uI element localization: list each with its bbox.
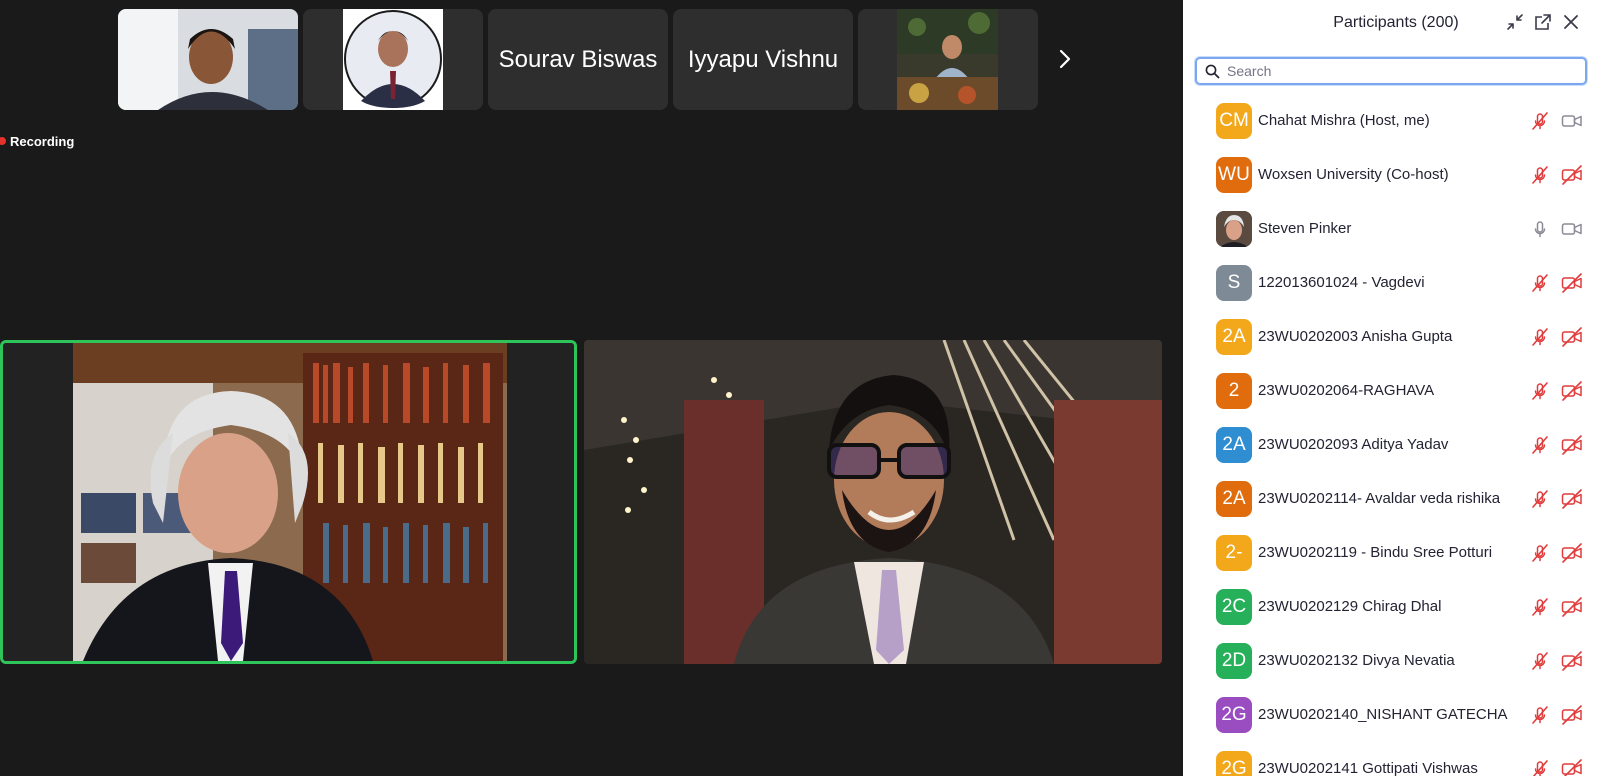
close-icon (1564, 15, 1578, 29)
participant-row[interactable]: 2G 23WU0202141 Gottipati Vishwas (1183, 742, 1600, 776)
mic-muted-icon[interactable] (1530, 543, 1550, 563)
participant-name: 23WU0202140_NISHANT GATECHA (1258, 706, 1508, 723)
mic-muted-icon[interactable] (1530, 759, 1550, 776)
participant-row[interactable]: Steven Pinker (1183, 202, 1600, 256)
recording-indicator: Recording (0, 132, 74, 150)
participant-thumbnail[interactable] (858, 9, 1038, 110)
participant-name: 23WU0202064-RAGHAVA (1258, 382, 1435, 399)
mic-muted-icon[interactable] (1530, 489, 1550, 509)
video-tile[interactable] (584, 340, 1162, 664)
video-off-icon[interactable] (1561, 705, 1583, 725)
mic-muted-icon[interactable] (1530, 327, 1550, 347)
participant-name: Chahat Mishra (Host, me) (1258, 112, 1430, 129)
popout-icon (1535, 14, 1551, 30)
participant-avatar: CM (1216, 103, 1252, 139)
participant-avatar: WU (1216, 157, 1252, 193)
participant-avatar: 2D (1216, 643, 1252, 679)
recording-dot-icon (0, 137, 6, 145)
participant-row[interactable]: WU Woxsen University (Co-host) (1183, 148, 1600, 202)
participant-avatar: 2G (1216, 751, 1252, 776)
participant-row[interactable]: S 122013601024 - Vagdevi (1183, 256, 1600, 310)
participants-panel: Participants (200) CMChahat Mishra (Host… (1183, 0, 1600, 776)
search-input[interactable] (1227, 60, 1577, 82)
mic-muted-icon[interactable] (1530, 273, 1550, 293)
mic-muted-icon[interactable] (1530, 651, 1550, 671)
mic-icon[interactable] (1530, 219, 1550, 239)
participant-row[interactable]: CM Chahat Mishra (Host, me) (1183, 94, 1600, 148)
participant-thumbnail[interactable]: Sourav Biswas (488, 9, 668, 110)
participant-list[interactable]: CM Chahat Mishra (Host, me) WU Woxsen Unive… (1183, 94, 1600, 776)
video-icon[interactable] (1561, 219, 1583, 239)
participant-avatar: 2A (1216, 427, 1252, 463)
participant-row[interactable]: 2- 23WU0202119 - Bindu Sree Potturi (1183, 526, 1600, 580)
participant-name: 122013601024 - Vagdevi (1258, 274, 1425, 291)
participant-name: 23WU0202093 Aditya Yadav (1258, 436, 1449, 453)
participant-row[interactable]: 2C 23WU0202129 Chirag Dhal (1183, 580, 1600, 634)
participant-name: 23WU0202003 Anisha Gupta (1258, 328, 1453, 345)
participant-name: 23WU0202132 Divya Nevatia (1258, 652, 1455, 669)
speaker-video (3, 343, 574, 661)
mic-muted-icon[interactable] (1530, 597, 1550, 617)
search-field[interactable] (1195, 57, 1587, 85)
participant-video-table (897, 9, 998, 110)
participant-thumbnail[interactable]: Iyyapu Vishnu (673, 9, 853, 110)
participant-row[interactable]: 2A 23WU0202003 Anisha Gupta (1183, 310, 1600, 364)
video-off-icon[interactable] (1561, 489, 1583, 509)
participant-avatar (1216, 211, 1252, 247)
chevron-right-icon (1059, 49, 1071, 69)
participant-thumbnail[interactable] (303, 9, 483, 110)
mic-muted-icon[interactable] (1530, 111, 1550, 131)
participant-video-woman (118, 9, 298, 110)
participant-video (584, 340, 1162, 664)
mic-muted-icon[interactable] (1530, 381, 1550, 401)
participant-row[interactable]: 2 23WU0202064-RAGHAVA (1183, 364, 1600, 418)
video-off-icon[interactable] (1561, 435, 1583, 455)
collapse-button[interactable] (1505, 12, 1525, 32)
participant-row[interactable]: 2A 23WU0202114- Avaldar veda rishika (1183, 472, 1600, 526)
thumbnail-name: Sourav Biswas (498, 45, 658, 73)
participant-row[interactable]: 2D 23WU0202132 Divya Nevatia (1183, 634, 1600, 688)
video-off-icon[interactable] (1561, 165, 1583, 185)
participant-avatar: S (1216, 265, 1252, 301)
video-off-icon[interactable] (1561, 651, 1583, 671)
video-off-icon[interactable] (1561, 273, 1583, 293)
participant-name: 23WU0202141 Gottipati Vishwas (1258, 760, 1478, 776)
close-panel-button[interactable] (1561, 12, 1581, 32)
video-off-icon[interactable] (1561, 381, 1583, 401)
next-page-button[interactable] (1052, 44, 1078, 74)
collapse-icon (1507, 14, 1523, 30)
participant-avatar: 2- (1216, 535, 1252, 571)
video-tile-active-speaker[interactable] (0, 340, 577, 664)
participant-name: 23WU0202129 Chirag Dhal (1258, 598, 1442, 615)
participant-avatar: 2G (1216, 697, 1252, 733)
participant-name: Woxsen University (Co-host) (1258, 166, 1449, 183)
participant-name: Steven Pinker (1258, 220, 1352, 237)
video-off-icon[interactable] (1561, 543, 1583, 563)
participant-row[interactable]: 2G 23WU0202140_NISHANT GATECHA (1183, 688, 1600, 742)
participant-video-man (343, 9, 443, 110)
participant-row[interactable]: 2A 23WU0202093 Aditya Yadav (1183, 418, 1600, 472)
participant-avatar: 2A (1216, 319, 1252, 355)
popout-button[interactable] (1533, 12, 1553, 32)
mic-muted-icon[interactable] (1530, 705, 1550, 725)
recording-label: Recording (10, 133, 75, 149)
video-off-icon[interactable] (1561, 327, 1583, 347)
search-icon (1205, 64, 1220, 79)
participant-thumbnail[interactable] (118, 9, 298, 110)
participant-name: 23WU0202114- Avaldar veda rishika (1258, 490, 1501, 507)
mic-muted-icon[interactable] (1530, 165, 1550, 185)
participant-name: 23WU0202119 - Bindu Sree Potturi (1258, 544, 1493, 561)
video-icon[interactable] (1561, 111, 1583, 131)
thumbnail-name: Iyyapu Vishnu (687, 45, 839, 73)
video-off-icon[interactable] (1561, 759, 1583, 776)
participant-avatar: 2A (1216, 481, 1252, 517)
participant-avatar: 2 (1216, 373, 1252, 409)
mic-muted-icon[interactable] (1530, 435, 1550, 455)
avatar-photo (1216, 211, 1252, 247)
video-off-icon[interactable] (1561, 597, 1583, 617)
participant-avatar: 2C (1216, 589, 1252, 625)
